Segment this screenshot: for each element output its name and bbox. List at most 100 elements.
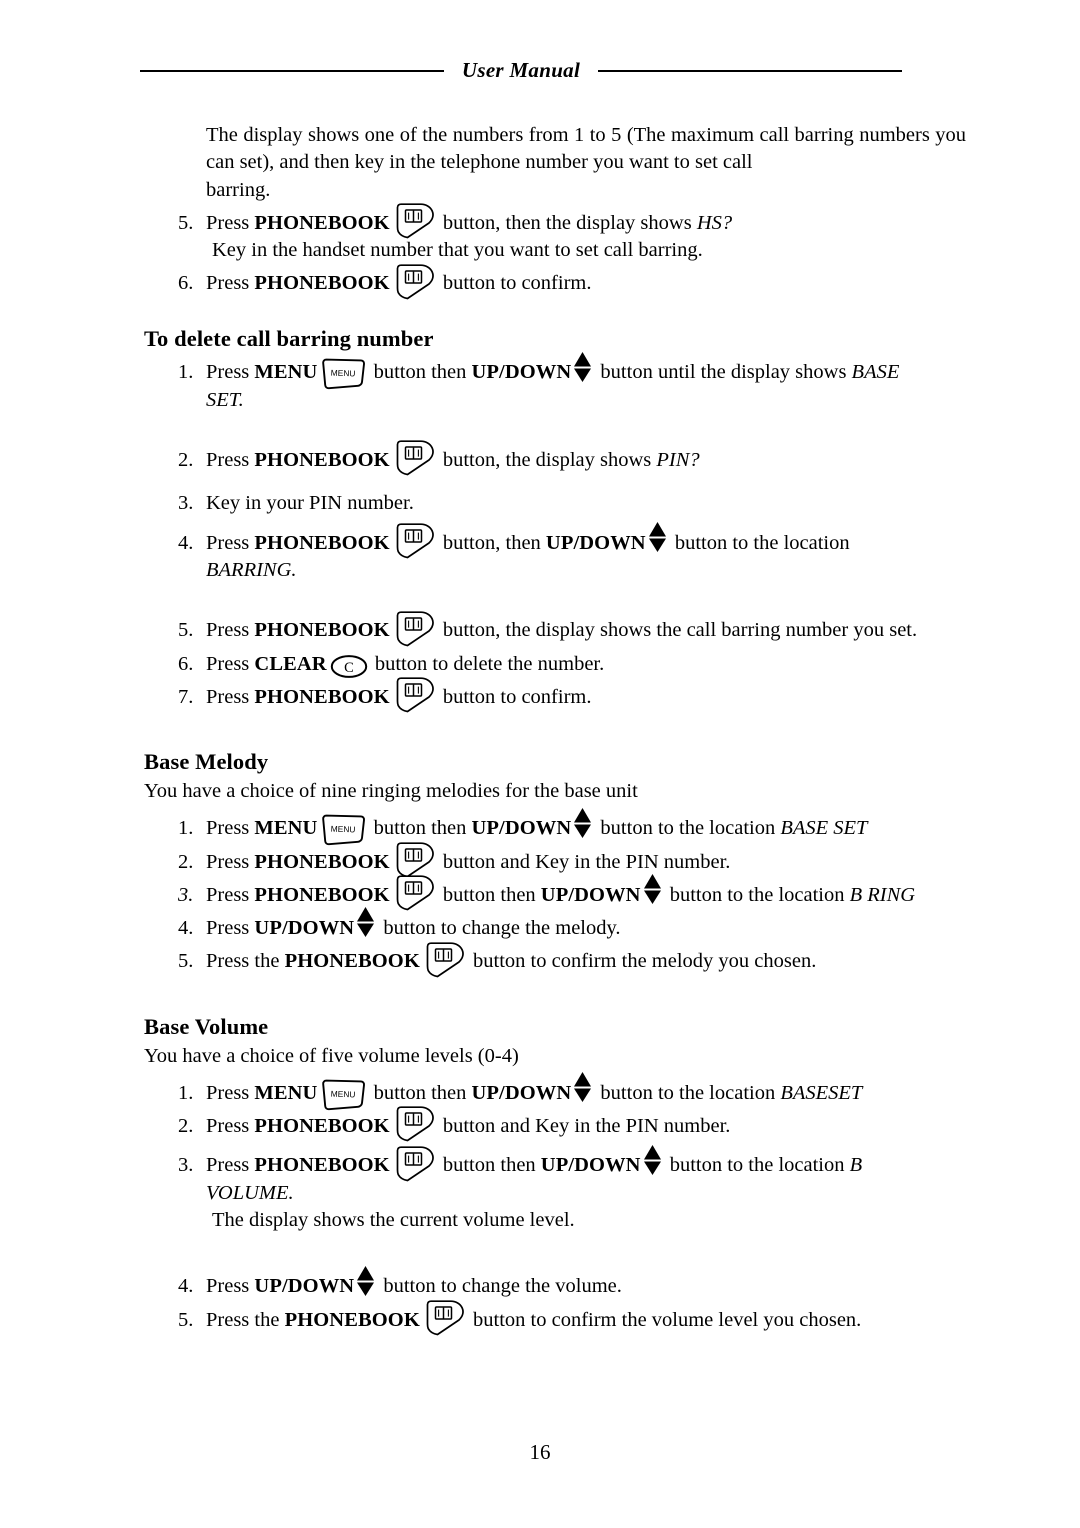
list-item-continuation: VOLUME. bbox=[206, 1181, 294, 1204]
display-value: BASE SET bbox=[780, 817, 868, 840]
updown-keyword: UP/DOWN bbox=[540, 1154, 641, 1177]
step-text-post: button to the location bbox=[595, 1081, 781, 1104]
section-heading-base-melody: Base Melody bbox=[144, 749, 269, 775]
list-item: 5. Press the PHONEBOOK button to confirm… bbox=[144, 1300, 972, 1336]
phonebook-icon bbox=[392, 263, 436, 300]
step-text-pre: Press bbox=[206, 449, 255, 472]
list-item-number: 5. bbox=[178, 211, 194, 234]
step-text-pre: Press bbox=[206, 211, 255, 234]
list-item-number: 2. bbox=[178, 850, 194, 873]
step-text-mid: button then bbox=[437, 883, 541, 906]
list-item-number: 4. bbox=[178, 1275, 194, 1298]
list-item-body: Press MENU MENU button then UP/DOWN butto… bbox=[206, 807, 972, 846]
list-item: 3. Press PHONEBOOK button then UP/DOWN b… bbox=[144, 1144, 972, 1261]
phonebook-keyword: PHONEBOOK bbox=[284, 1308, 420, 1331]
updown-keyword: UP/DOWN bbox=[254, 1275, 355, 1298]
list-item: 2. Press PHONEBOOK button and Key in the… bbox=[144, 1106, 972, 1142]
phonebook-icon bbox=[392, 523, 436, 559]
list-item: 4. Press PHONEBOOK button, then UP/DOWN … bbox=[144, 521, 972, 612]
list-item-number: 4. bbox=[178, 531, 194, 554]
step-text-post: button to delete the number. bbox=[369, 652, 605, 675]
menu-keyword: MENU bbox=[254, 817, 318, 840]
phonebook-keyword: PHONEBOOK bbox=[284, 950, 420, 973]
step-text-post: button to confirm. bbox=[437, 272, 592, 295]
phonebook-keyword: PHONEBOOK bbox=[254, 1115, 390, 1138]
step-text-pre: Press bbox=[206, 361, 255, 384]
menu-icon: MENU bbox=[320, 814, 366, 846]
clear-keyword: CLEAR bbox=[254, 652, 327, 675]
list-item-body: Press UP/DOWN button to change the melod… bbox=[206, 907, 972, 942]
display-value: B bbox=[849, 1154, 863, 1177]
phonebook-icon bbox=[392, 1106, 436, 1142]
list-item-number: 2. bbox=[178, 449, 194, 472]
list-item-body: Press PHONEBOOK button, the display show… bbox=[206, 611, 972, 647]
list-item-number: 5. bbox=[178, 950, 194, 973]
header-rule-left bbox=[140, 69, 444, 72]
phonebook-keyword: PHONEBOOK bbox=[254, 1154, 390, 1177]
up-down-arrows-icon bbox=[643, 873, 662, 907]
list-item-body: Press PHONEBOOK button to confirm. bbox=[206, 263, 972, 299]
list-item: 1. Press MENU MENU button then UP/DOWN bu… bbox=[144, 807, 972, 846]
phonebook-icon bbox=[392, 611, 436, 647]
running-header: User Manual bbox=[140, 58, 902, 83]
list-item: 6. Press CLEAR C button to delete the num… bbox=[144, 651, 972, 678]
phonebook-keyword: PHONEBOOK bbox=[254, 850, 390, 873]
step-text-mid: button then bbox=[437, 1154, 541, 1177]
list-item: 2. Press PHONEBOOK button and Key in the… bbox=[144, 842, 972, 878]
list-item-continuation: BARRING. bbox=[206, 558, 297, 581]
header-rule-right bbox=[598, 69, 902, 72]
list-item-body: Press PHONEBOOK button to confirm. bbox=[206, 677, 972, 713]
menu-icon: MENU bbox=[320, 358, 366, 390]
phonebook-icon bbox=[422, 1300, 466, 1336]
step-text-post: button to the location bbox=[664, 883, 850, 906]
clear-icon: C bbox=[330, 654, 368, 679]
step-text-post: button to the location bbox=[664, 1154, 850, 1177]
phonebook-keyword: PHONEBOOK bbox=[254, 883, 390, 906]
list-item-body: Press PHONEBOOK button and Key in the PI… bbox=[206, 1106, 972, 1142]
section-intro-base-melody: You have a choice of nine ringing melodi… bbox=[144, 780, 638, 803]
step-text-post: button to the location bbox=[595, 817, 781, 840]
phonebook-icon bbox=[392, 1145, 436, 1182]
list-item: 3. Key in your PIN number. bbox=[144, 490, 972, 517]
phonebook-keyword: PHONEBOOK bbox=[254, 211, 390, 234]
list-item-body: Press MENU MENU button then UP/DOWN butto… bbox=[206, 351, 972, 441]
menu-keyword: MENU bbox=[254, 361, 318, 384]
phonebook-keyword: PHONEBOOK bbox=[254, 449, 390, 472]
step-text-post: button to confirm. bbox=[437, 685, 592, 708]
phonebook-icon bbox=[392, 842, 436, 878]
list-item-number: 1. bbox=[178, 817, 194, 840]
list-item-body: Press PHONEBOOK button, then UP/DOWN but… bbox=[206, 521, 972, 612]
list-item-body: Press the PHONEBOOK button to confirm th… bbox=[206, 1300, 972, 1336]
list-item-number: 6. bbox=[178, 272, 194, 295]
list-item: 4. Press UP/DOWN button to change the vo… bbox=[144, 1265, 972, 1300]
section-intro-base-volume: You have a choice of five volume levels … bbox=[144, 1044, 519, 1067]
display-value: BASESET bbox=[780, 1081, 863, 1104]
updown-keyword: UP/DOWN bbox=[540, 883, 641, 906]
list-item: 1. Press MENU MENU button then UP/DOWN bu… bbox=[144, 1072, 972, 1110]
phonebook-keyword: PHONEBOOK bbox=[254, 531, 390, 554]
list-item-number: 1. bbox=[178, 361, 194, 384]
step-text-post: button, the display shows the call barri… bbox=[437, 619, 918, 642]
display-value: PIN? bbox=[656, 449, 700, 472]
phonebook-icon bbox=[392, 677, 436, 713]
list-item-body: Press PHONEBOOK button and Key in the PI… bbox=[206, 842, 972, 878]
step-text-post: button to confirm the melody you chosen. bbox=[467, 950, 817, 973]
list-item-body: Press PHONEBOOK button, the display show… bbox=[206, 440, 972, 476]
phonebook-icon bbox=[422, 941, 466, 978]
list-item-number: 3. bbox=[178, 1154, 194, 1177]
step-text-post: button to change the volume. bbox=[378, 1275, 622, 1298]
list-item: 5. Press the PHONEBOOK button to confirm… bbox=[144, 941, 972, 977]
updown-keyword: UP/DOWN bbox=[545, 531, 646, 554]
step-text-pre: Press the bbox=[206, 950, 285, 973]
phonebook-icon bbox=[392, 203, 436, 239]
list-item-number: 2. bbox=[178, 1115, 194, 1138]
list-item-body: Key in your PIN number. bbox=[206, 492, 414, 515]
svg-text:MENU: MENU bbox=[331, 824, 356, 835]
list-item-body: Press PHONEBOOK button then UP/DOWN butt… bbox=[206, 874, 972, 911]
step-text-pre: Press bbox=[206, 1081, 255, 1104]
intro-paragraph: The display shows one of the numbers fro… bbox=[206, 122, 966, 204]
updown-keyword: UP/DOWN bbox=[471, 817, 572, 840]
step-text-post: button and Key in the PIN number. bbox=[437, 850, 731, 873]
menu-keyword: MENU bbox=[254, 1081, 318, 1104]
list-item-body: Press the PHONEBOOK button to confirm th… bbox=[206, 941, 972, 977]
